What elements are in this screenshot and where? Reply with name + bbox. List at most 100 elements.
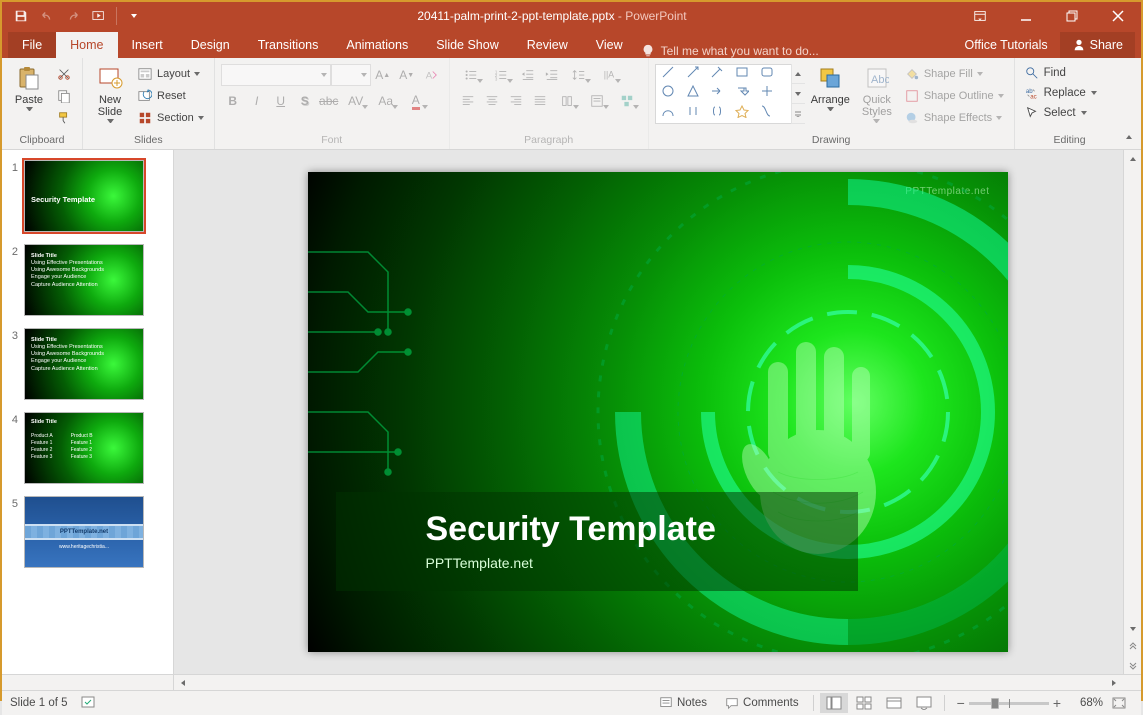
normal-view-button[interactable] — [820, 693, 848, 713]
bold-button[interactable]: B — [221, 90, 245, 112]
font-name-combo[interactable] — [221, 64, 331, 86]
tab-slideshow[interactable]: Slide Show — [422, 32, 513, 58]
minimize-button[interactable] — [1003, 2, 1049, 30]
align-right-button[interactable] — [504, 90, 528, 112]
next-slide-button[interactable] — [1124, 656, 1141, 674]
paste-button[interactable]: Paste — [8, 60, 50, 116]
zoom-track[interactable] — [969, 702, 1049, 705]
text-direction-button[interactable]: ||A — [594, 64, 624, 86]
tab-home[interactable]: Home — [56, 32, 117, 58]
quick-styles-button[interactable]: Abc Quick Styles — [856, 60, 898, 128]
save-button[interactable] — [8, 2, 34, 30]
scroll-up-button[interactable] — [1124, 150, 1141, 168]
thumbnail-slide-4[interactable]: Slide Title Product AFeature 1Feature 2F… — [24, 412, 144, 484]
start-from-beginning-button[interactable] — [86, 2, 112, 30]
zoom-level[interactable]: 68% — [1069, 697, 1103, 709]
scroll-right-button[interactable] — [1105, 675, 1123, 690]
numbering-button[interactable]: 123 — [486, 64, 516, 86]
font-color-button[interactable]: A — [401, 90, 431, 112]
shape-fill-button[interactable]: Shape Fill — [900, 64, 1008, 84]
slide-sorter-view-button[interactable] — [850, 693, 878, 713]
ribbon-display-options-button[interactable] — [957, 2, 1003, 30]
tab-animations[interactable]: Animations — [332, 32, 422, 58]
font-size-combo[interactable] — [331, 64, 371, 86]
character-spacing-button[interactable]: AV — [341, 90, 371, 112]
share-button[interactable]: Share — [1060, 32, 1135, 58]
increase-indent-button[interactable] — [540, 64, 564, 86]
shape-effects-button[interactable]: Shape Effects — [900, 108, 1008, 128]
restore-button[interactable] — [1049, 2, 1095, 30]
tab-review[interactable]: Review — [513, 32, 582, 58]
close-button[interactable] — [1095, 2, 1141, 30]
scroll-left-button[interactable] — [174, 675, 192, 690]
shadow-button[interactable]: S — [293, 90, 317, 112]
zoom-in-button[interactable]: + — [1053, 695, 1061, 711]
reset-button[interactable]: Reset — [133, 86, 208, 106]
thumbnail-slide-3[interactable]: Slide Title Using Effective Presentation… — [24, 328, 144, 400]
vertical-scrollbar[interactable] — [1123, 150, 1141, 674]
section-button[interactable]: Section — [133, 108, 208, 128]
convert-smartart-button[interactable] — [612, 90, 642, 112]
spell-check-button[interactable] — [80, 694, 96, 713]
justify-button[interactable] — [528, 90, 552, 112]
fit-to-window-button[interactable] — [1105, 693, 1133, 713]
slide-canvas[interactable]: PPTTemplate.net — [308, 172, 1008, 652]
shape-outline-button[interactable]: Shape Outline — [900, 86, 1008, 106]
align-text-button[interactable] — [582, 90, 612, 112]
tab-design[interactable]: Design — [177, 32, 244, 58]
customize-qat-button[interactable] — [121, 2, 147, 30]
change-case-button[interactable]: Aa — [371, 90, 401, 112]
new-slide-button[interactable]: New Slide — [89, 60, 131, 128]
slideshow-view-button[interactable] — [910, 693, 938, 713]
align-left-button[interactable] — [456, 90, 480, 112]
zoom-out-button[interactable]: − — [957, 695, 965, 711]
line-spacing-button[interactable] — [564, 64, 594, 86]
prev-slide-button[interactable] — [1124, 638, 1141, 656]
underline-button[interactable]: U — [269, 90, 293, 112]
tab-view[interactable]: View — [582, 32, 637, 58]
title-placeholder[interactable]: Security Template PPTTemplate.net — [336, 492, 858, 591]
horizontal-scrollbar[interactable] — [2, 674, 1141, 690]
arrange-button[interactable]: Arrange — [807, 60, 854, 116]
strikethrough-button[interactable]: abc — [317, 90, 341, 112]
increase-font-button[interactable]: A▲ — [371, 64, 395, 86]
zoom-thumb[interactable] — [991, 698, 999, 709]
find-icon — [1025, 66, 1039, 80]
copy-button[interactable] — [52, 86, 76, 106]
align-center-button[interactable] — [480, 90, 504, 112]
bullets-button[interactable] — [456, 64, 486, 86]
tab-office-tutorials[interactable]: Office Tutorials — [953, 32, 1060, 58]
replace-button[interactable]: abacReplace — [1021, 84, 1101, 102]
layout-button[interactable]: Layout — [133, 64, 208, 84]
tell-me-search[interactable]: Tell me what you want to do... — [641, 44, 819, 58]
tab-insert[interactable]: Insert — [118, 32, 177, 58]
columns-button[interactable] — [552, 90, 582, 112]
select-button[interactable]: Select — [1021, 104, 1091, 122]
comments-button[interactable]: Comments — [717, 693, 807, 713]
decrease-font-button[interactable]: A▼ — [395, 64, 419, 86]
thumbnail-slide-1[interactable]: Security Template — [24, 160, 144, 232]
redo-button[interactable] — [60, 2, 86, 30]
tab-file[interactable]: File — [8, 32, 56, 58]
collapse-ribbon-button[interactable] — [1121, 129, 1137, 145]
slide-counter[interactable]: Slide 1 of 5 — [10, 697, 68, 709]
gallery-scrollbar[interactable] — [791, 64, 805, 124]
thumbnail-pane[interactable]: 1 Security Template 2 Slide Title Using … — [2, 150, 174, 674]
italic-button[interactable]: I — [245, 90, 269, 112]
scroll-down-button[interactable] — [1124, 620, 1141, 638]
thumbnail-slide-2[interactable]: Slide Title Using Effective Presentation… — [24, 244, 144, 316]
shapes-gallery[interactable] — [655, 64, 805, 124]
find-button[interactable]: Find — [1021, 64, 1070, 82]
notes-button[interactable]: Notes — [651, 693, 715, 713]
zoom-slider[interactable]: − + — [957, 695, 1061, 711]
slide-editor[interactable]: PPTTemplate.net — [174, 150, 1141, 674]
clear-formatting-button[interactable]: A — [419, 64, 443, 86]
reading-view-button[interactable] — [880, 693, 908, 713]
format-painter-icon — [56, 110, 72, 126]
decrease-indent-button[interactable] — [516, 64, 540, 86]
format-painter-button[interactable] — [52, 108, 76, 128]
thumbnail-slide-5[interactable]: PPTTemplate.net www.heritagechristia... — [24, 496, 144, 568]
undo-button[interactable] — [34, 2, 60, 30]
cut-button[interactable] — [52, 64, 76, 84]
tab-transitions[interactable]: Transitions — [244, 32, 333, 58]
